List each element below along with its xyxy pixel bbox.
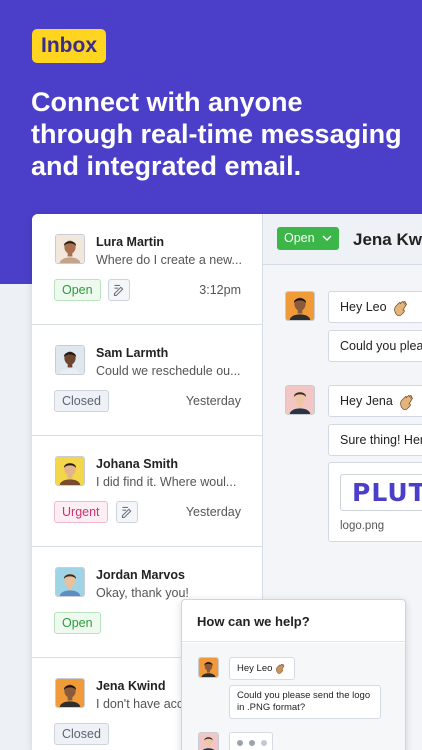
- waving-hand-icon: [400, 394, 413, 410]
- avatar: [55, 678, 85, 708]
- waving-hand-icon: [393, 300, 407, 316]
- message-bubble: Hey Leo: [229, 657, 296, 681]
- message-preview: Okay, thank you!: [96, 586, 189, 600]
- typing-dot: [237, 740, 243, 746]
- message-text: Sure thing! Her: [340, 433, 422, 447]
- conversation-item[interactable]: Johana Smith I did find it. Where woul..…: [32, 436, 263, 547]
- message-bubble: Sure thing! Her: [328, 424, 422, 456]
- contact-name: Sam Larmth: [96, 346, 169, 360]
- plutio-logo: PLUTIO: [352, 478, 422, 507]
- avatar: [55, 456, 85, 486]
- widget-header: How can we help?: [182, 600, 405, 642]
- status-dropdown[interactable]: Open: [277, 227, 339, 250]
- inbox-badge: Inbox: [32, 29, 106, 63]
- message-time: Yesterday: [185, 394, 241, 408]
- chat-title: Jena Kw: [353, 230, 422, 249]
- avatar: [285, 385, 315, 415]
- message-preview: Could we reschedule ou...: [96, 364, 241, 378]
- avatar: [55, 234, 85, 264]
- message-preview: I did find it. Where woul...: [96, 475, 237, 489]
- contact-name: Jordan Marvos: [96, 568, 185, 582]
- conversation-item[interactable]: Lura Martin Where do I create a new... O…: [32, 214, 263, 325]
- typing-dot: [261, 740, 267, 746]
- message-preview: Where do I create a new...: [96, 253, 242, 267]
- attachment-preview: PLUTIO: [340, 474, 422, 511]
- message-bubble: Hey Leo: [328, 291, 422, 323]
- file-attachment[interactable]: PLUTIO logo.png: [328, 462, 422, 542]
- avatar: [55, 567, 85, 597]
- message-time: Yesterday: [185, 505, 241, 519]
- help-widget: How can we help? Hey Leo Could you pleas…: [181, 599, 406, 750]
- widget-title: How can we help?: [197, 614, 310, 629]
- message-text: Hey Leo: [340, 300, 387, 314]
- attachment-filename: logo.png: [340, 520, 385, 532]
- message-text: Could you please send the logo in .PNG f…: [237, 690, 371, 713]
- avatar: [198, 732, 219, 750]
- message-bubble: Hey Jena: [328, 385, 422, 417]
- chevron-down-icon: [322, 235, 332, 241]
- message-time: 3:12pm: [199, 283, 241, 297]
- typing-indicator: [229, 732, 273, 750]
- widget-messages: Hey Leo Could you please send the logo i…: [182, 643, 405, 750]
- status-badge: Closed: [54, 390, 109, 412]
- message-bubble: Could you plea: [328, 330, 422, 362]
- status-badge: Closed: [54, 723, 109, 745]
- note-icon[interactable]: [116, 501, 138, 523]
- avatar: [285, 291, 315, 321]
- status-badge: Open: [54, 612, 101, 634]
- message-preview: I don't have acc: [96, 697, 184, 711]
- status-badge: Urgent: [54, 501, 108, 523]
- avatar: [198, 657, 219, 678]
- chat-header: Open Jena Kw: [263, 214, 422, 265]
- status-dropdown-label: Open: [284, 231, 315, 245]
- contact-name: Lura Martin: [96, 235, 165, 249]
- message-bubble: Could you please send the logo in .PNG f…: [229, 685, 381, 719]
- contact-name: Jena Kwind: [96, 679, 166, 693]
- note-icon[interactable]: [108, 279, 130, 301]
- conversation-item[interactable]: Sam Larmth Could we reschedule ou... Clo…: [32, 325, 263, 436]
- message-text: Hey Jena: [340, 394, 393, 408]
- contact-name: Johana Smith: [96, 457, 178, 471]
- message-text: Could you plea: [340, 339, 422, 353]
- avatar: [55, 345, 85, 375]
- typing-dot: [249, 740, 255, 746]
- status-badge: Open: [54, 279, 101, 301]
- hero-headline: Connect with anyone through real-time me…: [31, 87, 402, 181]
- waving-hand-icon: [276, 664, 285, 674]
- message-text: Hey Leo: [237, 663, 273, 675]
